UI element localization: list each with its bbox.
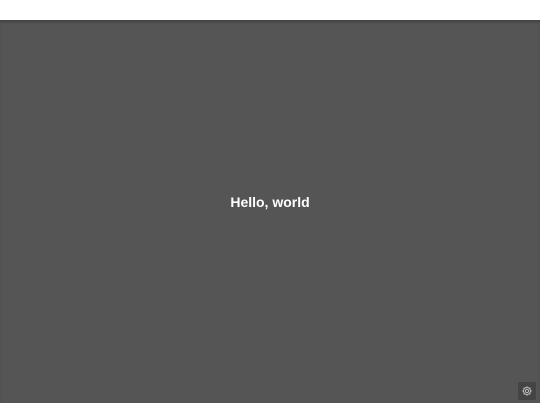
gear-icon <box>521 385 533 397</box>
render-canvas[interactable]: Hello, world <box>0 20 540 403</box>
hello-message: Hello, world <box>230 194 310 210</box>
app-window: Hello, world <box>0 0 540 405</box>
top-bar <box>0 0 540 20</box>
settings-button[interactable] <box>518 382 536 400</box>
